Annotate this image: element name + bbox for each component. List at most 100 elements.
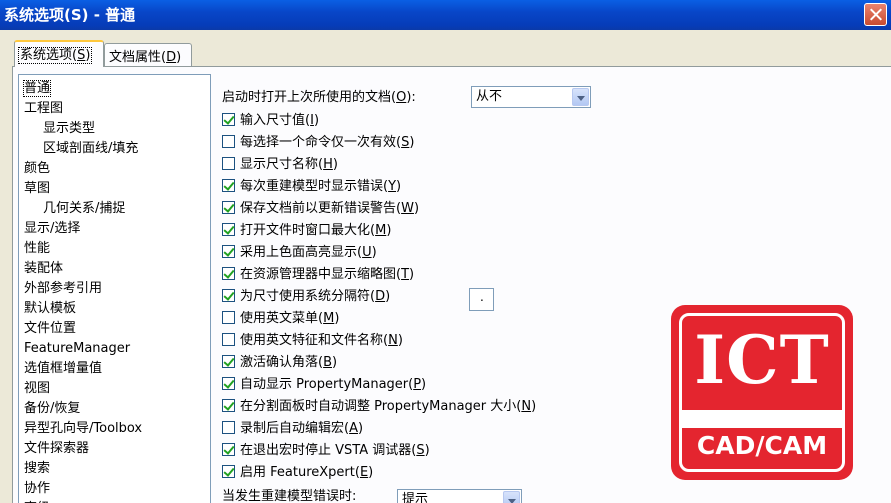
tree-item[interactable]: 显示类型 <box>19 119 210 139</box>
option-english-feature-names[interactable]: 使用英文特征和文件名称(N) <box>222 331 403 351</box>
checkbox[interactable] <box>222 245 235 258</box>
option-warn-before-save[interactable]: 保存文档前以更新错误警告(W) <box>222 199 419 219</box>
logo-subtitle: CAD/CAM <box>696 431 828 460</box>
tree-item-label: 备份/恢复 <box>24 401 81 416</box>
option-auto-show-propertymanager[interactable]: 自动显示 PropertyManager(P) <box>222 375 426 395</box>
chevron-down-icon[interactable] <box>503 491 520 503</box>
mnemonic: E <box>359 465 369 480</box>
open-last-select[interactable]: 从不 <box>471 86 591 108</box>
tree-item-label: 外部参考引用 <box>24 281 103 296</box>
tree-item-label: 显示/选择 <box>24 221 81 236</box>
mnemonic: M <box>375 223 387 238</box>
tree-item[interactable]: 几何关系/捕捉 <box>19 199 210 219</box>
option-confirmation-corner[interactable]: 激活确认角落(B) <box>222 353 337 373</box>
option-label: 为尺寸使用系统分隔符 <box>240 289 371 304</box>
tree-item[interactable]: 显示/选择 <box>19 219 210 239</box>
window-title: 系统选项(S) - 普通 <box>4 6 136 24</box>
checkbox[interactable] <box>222 223 235 236</box>
checkbox[interactable] <box>222 355 235 368</box>
tree-item[interactable]: 高级 <box>19 499 210 503</box>
tree-item[interactable]: 性能 <box>19 239 210 259</box>
checkbox[interactable] <box>222 135 235 148</box>
option-enable-featurexpert[interactable]: 启用 FeatureXpert(E) <box>222 463 373 483</box>
tree-item-label: 显示类型 <box>43 121 96 136</box>
checkbox[interactable] <box>222 201 235 214</box>
checkbox[interactable] <box>222 443 235 456</box>
tree-item[interactable]: 默认模板 <box>19 299 210 319</box>
rebuild-error-label: 当发生重建模型错误时: <box>222 489 357 503</box>
close-button[interactable] <box>864 3 887 26</box>
mnemonic: A <box>349 421 358 436</box>
ict-logo: ICT CAD/CAM <box>671 305 853 480</box>
mnemonic: I <box>310 113 314 128</box>
tree-item[interactable]: 颜色 <box>19 159 210 179</box>
checkbox[interactable] <box>222 267 235 280</box>
tree-item[interactable]: 草图 <box>19 179 210 199</box>
option-stop-vsta-debugger[interactable]: 在退出宏时停止 VSTA 调试器(S) <box>222 441 430 461</box>
rebuild-error-select[interactable]: 提示 <box>397 489 522 503</box>
tree-item[interactable]: 区域剖面线/填充 <box>19 139 210 159</box>
tree-item-label: 视图 <box>24 381 51 396</box>
checkbox[interactable] <box>222 113 235 126</box>
option-label: 每次重建模型时显示错误 <box>240 179 384 194</box>
checkbox[interactable] <box>222 311 235 324</box>
checkbox[interactable] <box>222 377 235 390</box>
tree-item[interactable]: 异型孔向导/Toolbox <box>19 419 210 439</box>
tab-system-options[interactable]: 系统选项(S) <box>14 40 104 67</box>
tab-document-properties[interactable]: 文档属性(D) <box>104 43 192 66</box>
separator-input[interactable]: . <box>469 288 494 311</box>
option-auto-size-propertymanager[interactable]: 在分割面板时自动调整 PropertyManager 大小(N) <box>222 397 536 417</box>
tree-item-label: 几何关系/捕捉 <box>43 201 126 216</box>
checkbox[interactable] <box>222 157 235 170</box>
tree-item-label: 装配体 <box>24 261 64 276</box>
mnemonic: S <box>401 135 410 150</box>
checkbox[interactable] <box>222 333 235 346</box>
logo-frame: ICT CAD/CAM <box>679 313 845 472</box>
open-last-label: 启动时打开上次所使用的文档(O): <box>222 90 416 105</box>
option-show-dimension-names[interactable]: 显示尺寸名称(H) <box>222 155 338 175</box>
tree-item-label: 搜索 <box>24 461 51 476</box>
tree-item[interactable]: FeatureManager <box>19 339 210 359</box>
tree-item-label: 异型孔向导/Toolbox <box>24 421 143 436</box>
option-label: 输入尺寸值 <box>240 113 306 128</box>
tree-item-label: 工程图 <box>24 101 64 116</box>
tree-item[interactable]: 工程图 <box>19 99 210 119</box>
tree-item[interactable]: 搜索 <box>19 459 210 479</box>
mnemonic: H <box>323 157 333 172</box>
checkbox[interactable] <box>222 465 235 478</box>
checkbox[interactable] <box>222 179 235 192</box>
option-single-command[interactable]: 每选择一个命令仅一次有效(S) <box>222 133 414 153</box>
options-tree[interactable]: 普通 工程图 显示类型 区域剖面线/填充 颜色 草图 几何关系/捕捉 显示/选择… <box>18 74 211 503</box>
option-shaded-highlight[interactable]: 采用上色面高亮显示(U) <box>222 243 377 263</box>
tree-item[interactable]: 协作 <box>19 479 210 499</box>
option-input-dimension[interactable]: 输入尺寸值(I) <box>222 111 319 131</box>
mnemonic: O <box>396 90 407 105</box>
tree-item[interactable]: 文件探索器 <box>19 439 210 459</box>
tree-item[interactable]: 选值框增量值 <box>19 359 210 379</box>
checkbox[interactable] <box>222 399 235 412</box>
option-label: 打开文件时窗口最大化 <box>240 223 371 238</box>
option-label: 启用 FeatureXpert <box>240 465 355 480</box>
tree-item[interactable]: 普通 <box>19 79 210 99</box>
chevron-down-icon[interactable] <box>572 88 589 106</box>
option-maximize-window[interactable]: 打开文件时窗口最大化(M) <box>222 221 391 241</box>
tree-item[interactable]: 装配体 <box>19 259 210 279</box>
tab-mnemonic: S <box>77 48 86 63</box>
option-english-menus[interactable]: 使用英文菜单(M) <box>222 309 339 329</box>
option-system-separator[interactable]: 为尺寸使用系统分隔符(D) <box>222 287 390 307</box>
tree-item[interactable]: 外部参考引用 <box>19 279 210 299</box>
option-auto-edit-macro[interactable]: 录制后自动编辑宏(A) <box>222 419 363 439</box>
checkbox[interactable] <box>222 421 235 434</box>
option-show-rebuild-errors[interactable]: 每次重建模型时显示错误(Y) <box>222 177 401 197</box>
option-label: 录制后自动编辑宏 <box>240 421 345 436</box>
tree-item[interactable]: 视图 <box>19 379 210 399</box>
tree-item[interactable]: 备份/恢复 <box>19 399 210 419</box>
mnemonic: T <box>401 267 410 282</box>
tree-item-label: 文件位置 <box>24 321 77 336</box>
mnemonic: M <box>323 311 335 326</box>
tree-item[interactable]: 文件位置 <box>19 319 210 339</box>
separator-value: . <box>480 290 484 304</box>
option-label: 每选择一个命令仅一次有效 <box>240 135 397 150</box>
option-explorer-thumbnails[interactable]: 在资源管理器中显示缩略图(T) <box>222 265 414 285</box>
checkbox[interactable] <box>222 289 235 302</box>
